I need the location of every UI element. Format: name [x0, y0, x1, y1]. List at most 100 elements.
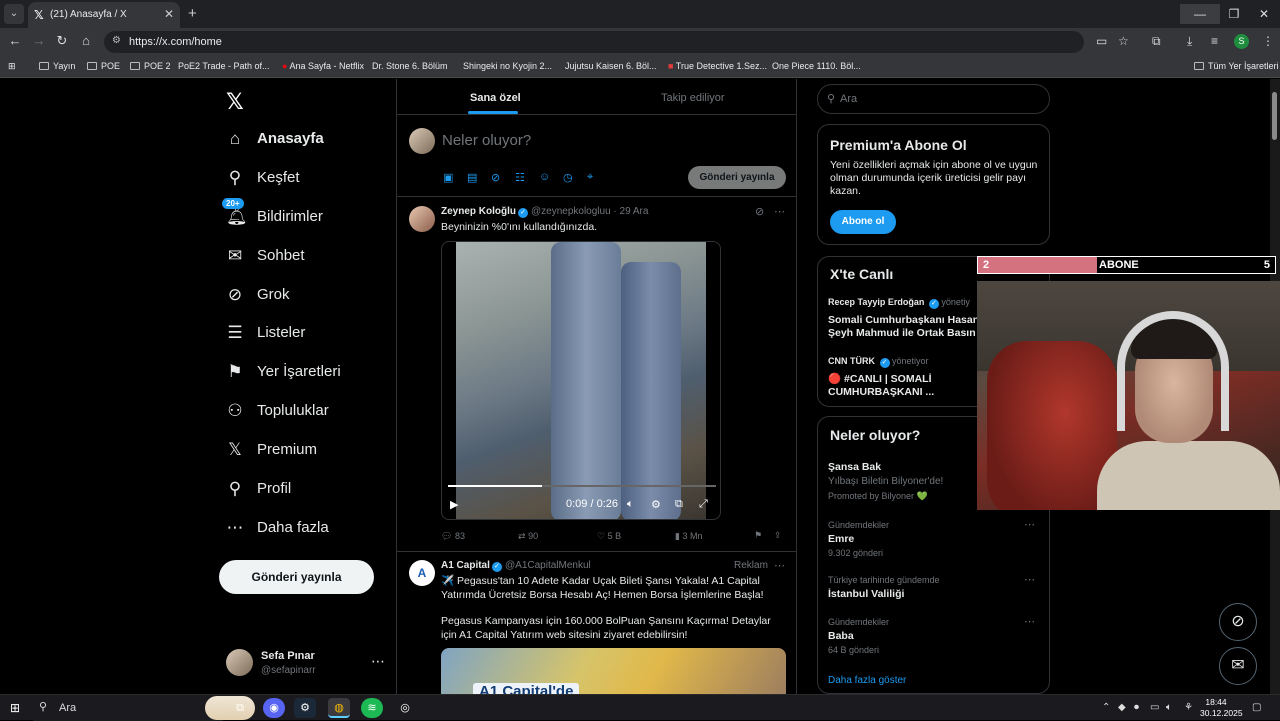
more-options-icon[interactable]: ⋯	[1024, 573, 1035, 586]
settings-icon[interactable]: ⚙	[651, 498, 661, 511]
avatar[interactable]: A	[409, 560, 435, 586]
extensions-icon[interactable]: ⧉	[1152, 34, 1161, 49]
grok-icon[interactable]: ⊘	[491, 171, 500, 184]
reload-icon[interactable]: ↻	[53, 33, 71, 49]
language-icon[interactable]: ⚘	[1184, 702, 1193, 713]
clock[interactable]: 18:44 30.12.2025	[1200, 697, 1243, 719]
bookmark-item[interactable]: Jujutsu Kaisen 6. Böl...	[565, 61, 657, 71]
account-switcher[interactable]: Sefa Pınar @sefapinarr ⋯	[226, 647, 396, 681]
url-field[interactable]: ⚙ https://x.com/home	[104, 31, 1084, 53]
compose-input[interactable]: Neler oluyor?	[442, 132, 531, 149]
post-button[interactable]: Gönderi yayınla	[219, 560, 374, 594]
new-tab-icon[interactable]: +	[188, 5, 197, 22]
grok-icon[interactable]: ⊘	[755, 205, 764, 218]
trend-name[interactable]: Şansa Bak	[828, 461, 881, 473]
notifications-icon[interactable]: ▢	[1252, 702, 1261, 713]
views-button[interactable]: ▮ 3 Mn	[675, 531, 702, 542]
live-title-line[interactable]: 🔴 #CANLI | SOMALİ	[828, 373, 932, 386]
network-icon[interactable]: ▭	[1150, 702, 1159, 713]
tray-chevron-icon[interactable]: ⌃	[1102, 702, 1110, 713]
discord-icon[interactable]: ◉	[263, 698, 285, 718]
apps-icon[interactable]: ⊞	[8, 61, 16, 72]
bookmark-item[interactable]: One Piece 1110. Böl...	[772, 61, 861, 71]
taskbar-search[interactable]: ⚲ Ara	[33, 695, 255, 721]
bookmark-item[interactable]: Yayın	[39, 61, 75, 71]
share-icon[interactable]: ⇪	[774, 530, 782, 541]
tweet-author[interactable]: Zeynep Koloğlu ✓	[441, 206, 528, 218]
close-tab-icon[interactable]: ✕	[164, 7, 174, 21]
tweet-author[interactable]: A1 Capital ✓	[441, 560, 502, 572]
live-title-line[interactable]: Şeyh Mahmud ile Ortak Basın ...	[828, 327, 987, 340]
menu-icon[interactable]: ⋮	[1262, 34, 1274, 48]
back-icon[interactable]: ←	[6, 33, 24, 48]
compose-post-button[interactable]: Gönderi yayınla	[688, 166, 786, 189]
obs-icon[interactable]: ◎	[394, 698, 416, 718]
more-options-icon[interactable]: ⋯	[1024, 615, 1035, 628]
pip-icon[interactable]: ⧉	[675, 498, 683, 511]
live-title-line[interactable]: Somali Cumhurbaşkanı Hasan	[828, 314, 979, 327]
bookmark-item[interactable]: POE 2	[130, 61, 171, 71]
close-window-button[interactable]: ✕	[1244, 4, 1280, 24]
location-icon[interactable]: ⌖	[587, 171, 593, 184]
browser-tab[interactable]: 𝕏 (21) Anasayfa / X ✕	[28, 2, 180, 28]
all-bookmarks[interactable]: Tüm Yer İşaretleri	[1194, 61, 1279, 71]
task-view-icon[interactable]: ⧉	[229, 698, 251, 718]
spotify-icon[interactable]: ≋	[361, 698, 383, 718]
live-title-line[interactable]: CUMHURBAŞKANI ...	[828, 386, 934, 399]
bookmark-item[interactable]: PoE2 Trade - Path of...	[178, 61, 270, 71]
trend-name[interactable]: İstanbul Valiliği	[828, 588, 904, 600]
media-icon[interactable]: ≡	[1211, 34, 1218, 48]
bookmark-item[interactable]: Dr. Stone 6. Bölüm	[372, 61, 448, 71]
avatar[interactable]	[409, 206, 435, 232]
download-icon[interactable]: ⤓	[1187, 34, 1192, 49]
scrollbar-thumb[interactable]	[1272, 92, 1277, 140]
x-logo-icon[interactable]: 𝕏	[226, 89, 244, 115]
messages-fab-icon[interactable]: ✉	[1219, 647, 1257, 685]
star-icon[interactable]: ☆	[1118, 34, 1129, 48]
subscribe-button[interactable]: Abone ol	[830, 210, 896, 234]
live-source[interactable]: Recep Tayyip Erdoğan ✓ yönetiy	[828, 297, 970, 309]
tab-following[interactable]: Takip ediliyor	[661, 92, 725, 104]
live-source[interactable]: CNN TÜRK ✓ yönetiyor	[828, 356, 929, 368]
home-button-icon[interactable]: ⌂	[77, 33, 95, 48]
bookmark-item[interactable]: ● Ana Sayfa - Netflix	[282, 61, 364, 71]
fullscreen-icon[interactable]: ⤢	[699, 498, 708, 511]
image-icon[interactable]: ▣	[443, 171, 453, 184]
show-more-link[interactable]: Daha fazla göster	[828, 675, 906, 686]
search-input[interactable]: ⚲ Ara	[817, 84, 1050, 114]
bookmark-item[interactable]: POE	[87, 61, 120, 71]
grok-fab-icon[interactable]: ⊘	[1219, 603, 1257, 641]
like-button[interactable]: ♡ 5 B	[597, 531, 621, 542]
forward-icon[interactable]: →	[30, 33, 48, 48]
cast-icon[interactable]: ▭	[1096, 34, 1107, 48]
repost-button[interactable]: ⇄ 90	[518, 531, 538, 542]
steam-icon[interactable]: ⚙	[294, 698, 316, 718]
more-options-icon[interactable]: ⋯	[774, 559, 785, 572]
windows-start-icon[interactable]: ⊞	[10, 701, 20, 715]
tray-app-icon[interactable]: ◆	[1118, 702, 1126, 713]
reply-button[interactable]: 💬︎ 83	[441, 531, 465, 542]
chrome-icon[interactable]: ◍	[328, 698, 350, 718]
trend-name[interactable]: Emre	[828, 533, 854, 545]
volume-icon[interactable]: 🔈︎	[1166, 702, 1172, 713]
site-info-icon[interactable]: ⚙	[112, 35, 121, 46]
more-options-icon[interactable]: ⋯	[774, 205, 785, 218]
gif-icon[interactable]: ▤	[467, 171, 477, 184]
volume-icon[interactable]: 🔈︎	[627, 498, 634, 511]
more-options-icon[interactable]: ⋯	[371, 653, 385, 670]
bookmark-item[interactable]: ■ True Detective 1.Sez...	[668, 61, 767, 71]
tab-for-you[interactable]: Sana özel	[470, 92, 521, 104]
play-icon[interactable]: ▶	[450, 498, 458, 511]
trend-name[interactable]: Baba	[828, 630, 854, 642]
poll-icon[interactable]: ☷	[515, 171, 525, 184]
tab-search-icon[interactable]: ⌄	[4, 4, 24, 24]
emoji-icon[interactable]: ☺	[539, 171, 550, 183]
video-progress-bar[interactable]	[448, 485, 716, 487]
microphone-icon[interactable]: ⏺	[1134, 702, 1139, 713]
schedule-icon[interactable]: ◷	[563, 171, 573, 184]
profile-avatar[interactable]: S	[1234, 34, 1249, 49]
bookmark-icon[interactable]: ⚑	[754, 530, 762, 541]
more-options-icon[interactable]: ⋯	[1024, 518, 1035, 531]
ad-image[interactable]: A1 Capital'de	[441, 648, 786, 694]
bookmark-item[interactable]: Shingeki no Kyojin 2...	[463, 61, 552, 71]
